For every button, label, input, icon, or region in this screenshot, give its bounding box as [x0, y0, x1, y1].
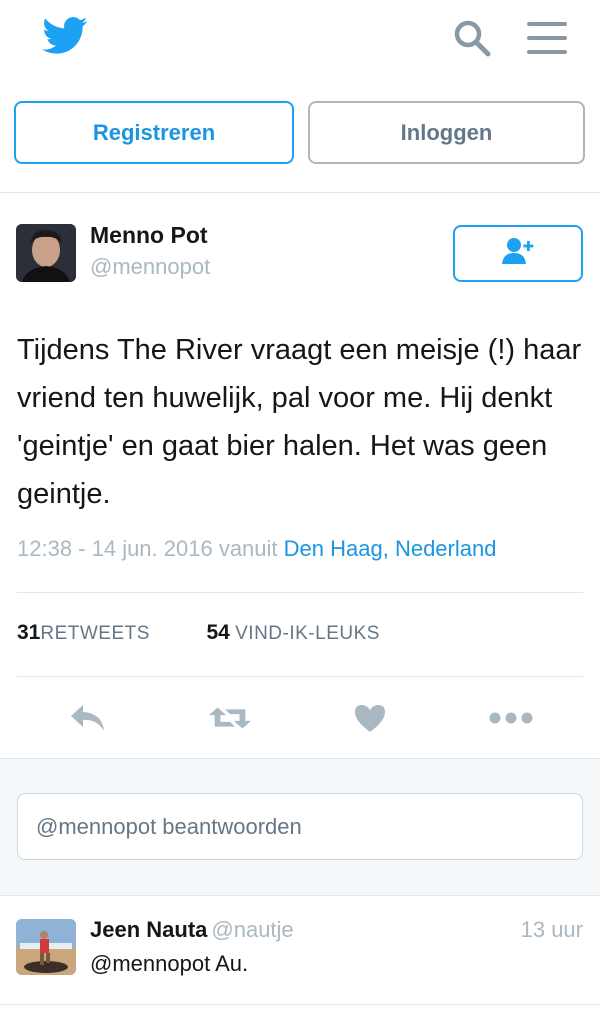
- follow-button[interactable]: [453, 225, 583, 282]
- tweet-timestamp[interactable]: 12:38 - 14 jun. 2016 vanuit: [17, 536, 278, 561]
- tweet-text: Tijdens The River vraagt een meisje (!) …: [17, 334, 582, 510]
- tweet-actions: [0, 690, 600, 746]
- avatar[interactable]: [16, 919, 76, 975]
- tweet-location[interactable]: Den Haag, Nederland: [284, 536, 497, 561]
- retweets-label: RETWEETS: [40, 623, 150, 644]
- reply-area: @mennopot beantwoorden: [0, 758, 600, 896]
- likes-stat[interactable]: 54 VIND-IK-LEUKS: [206, 621, 380, 644]
- login-button[interactable]: Inloggen: [308, 101, 585, 164]
- reply-icon[interactable]: [66, 696, 110, 740]
- divider: [17, 592, 583, 593]
- tweet-stats: 31RETWEETS 54 VIND-IK-LEUKS: [17, 621, 380, 645]
- top-bar: [0, 0, 600, 80]
- reply-text: @mennopot Au.: [90, 951, 249, 976]
- reply-author-name[interactable]: Jeen Nauta: [90, 917, 207, 942]
- search-icon[interactable]: [452, 18, 492, 58]
- follow-user-icon: [499, 236, 537, 271]
- tweet-meta: 12:38 - 14 jun. 2016 vanuit Den Haag, Ne…: [17, 536, 496, 562]
- author-handle[interactable]: @mennopot: [90, 254, 210, 280]
- reply-tweet[interactable]: Jeen Nauta @nautje 13 uur @mennopot Au.: [0, 895, 600, 1005]
- hamburger-menu-icon[interactable]: [526, 20, 568, 56]
- divider: [17, 676, 583, 677]
- avatar[interactable]: [16, 224, 76, 282]
- likes-count: 54: [206, 621, 230, 644]
- more-icon[interactable]: [489, 696, 533, 740]
- register-button[interactable]: Registreren: [14, 101, 294, 164]
- retweets-stat[interactable]: 31RETWEETS: [17, 621, 150, 644]
- retweets-count: 31: [17, 621, 41, 644]
- retweet-icon[interactable]: [208, 696, 252, 740]
- divider: [0, 192, 600, 193]
- reply-author-handle[interactable]: @nautje: [211, 917, 293, 942]
- divider: [0, 1004, 600, 1005]
- heart-icon[interactable]: [348, 696, 392, 740]
- reply-author: Jeen Nauta @nautje: [90, 917, 294, 943]
- author-name[interactable]: Menno Pot: [90, 222, 208, 249]
- twitter-bird-icon[interactable]: [42, 16, 88, 56]
- likes-label: VIND-IK-LEUKS: [235, 623, 380, 644]
- reply-time[interactable]: 13 uur: [521, 917, 583, 943]
- reply-input[interactable]: @mennopot beantwoorden: [17, 793, 583, 860]
